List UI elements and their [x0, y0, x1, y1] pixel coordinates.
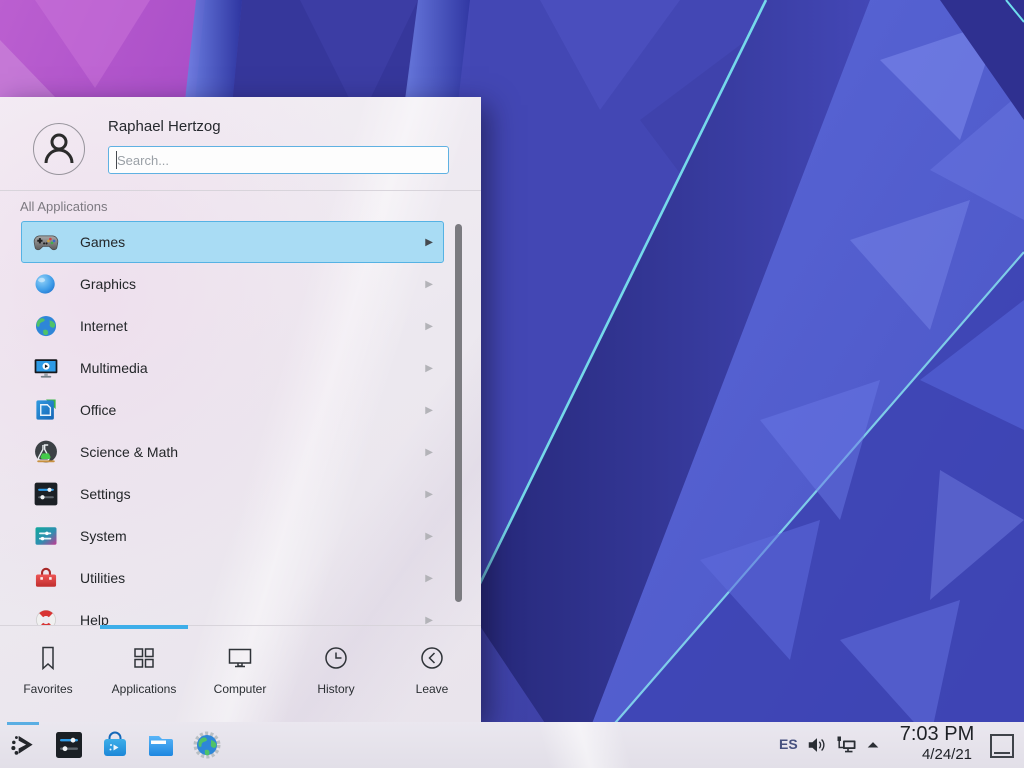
volume-icon[interactable] [806, 734, 828, 756]
tab-label: Computer [214, 682, 267, 696]
network-icon[interactable] [834, 733, 858, 757]
category-row-games[interactable]: Games▶ [21, 221, 444, 263]
submenu-arrow-icon: ▶ [425, 573, 433, 584]
launcher-tab-bar: Favorites Applications Computer History Leav… [0, 626, 481, 722]
category-label: Multimedia [80, 360, 425, 376]
search-input[interactable] [108, 146, 449, 174]
help-icon [32, 606, 60, 625]
user-name: Raphael Hertzog [108, 118, 221, 135]
category-label: Utilities [80, 570, 425, 586]
science-icon [32, 438, 60, 466]
submenu-arrow-icon: ▶ [425, 363, 433, 374]
category-label: Settings [80, 486, 425, 502]
digital-clock[interactable]: 7:03 PM 4/24/21 [893, 723, 981, 764]
user-icon [34, 124, 84, 174]
history-icon [321, 643, 351, 673]
text-caret [116, 151, 117, 169]
category-label: Games [80, 234, 425, 250]
web-browser-icon [191, 729, 223, 761]
taskbar-discover-button[interactable] [99, 729, 131, 761]
clock-date: 4/24/21 [893, 746, 981, 764]
category-row-office[interactable]: Office▶ [21, 389, 444, 431]
section-label: All Applications [20, 199, 107, 214]
category-row-graphics[interactable]: Graphics▶ [21, 263, 444, 305]
app-launcher-button[interactable] [5, 722, 41, 768]
taskbar-file-manager-button[interactable] [145, 729, 177, 761]
submenu-arrow-icon: ▶ [425, 615, 433, 626]
submenu-arrow-icon: ▶ [425, 321, 433, 332]
submenu-arrow-icon: ▶ [425, 531, 433, 542]
category-label: Science & Math [80, 444, 425, 460]
search-field-wrap [108, 146, 449, 174]
category-label: Internet [80, 318, 425, 334]
taskbar-web-browser-button[interactable] [191, 729, 223, 761]
tab-applications[interactable]: Applications [96, 626, 192, 722]
category-label: Help [80, 612, 425, 625]
desktop: Raphael Hertzog All Applications Games▶G… [0, 0, 1024, 768]
application-launcher-menu: Raphael Hertzog All Applications Games▶G… [0, 97, 481, 722]
computer-icon [225, 643, 255, 673]
kde-launcher-icon [9, 731, 37, 759]
tab-label: History [317, 682, 354, 696]
submenu-arrow-icon: ▶ [425, 489, 433, 500]
tab-label: Applications [112, 682, 177, 696]
submenu-arrow-icon: ▶ [425, 279, 433, 290]
system-icon [32, 522, 60, 550]
tab-favorites[interactable]: Favorites [0, 626, 96, 722]
header-separator [0, 190, 481, 191]
tab-history[interactable]: History [288, 626, 384, 722]
utilities-icon [32, 564, 60, 592]
games-icon [32, 228, 60, 256]
category-row-utilities[interactable]: Utilities▶ [21, 557, 444, 599]
tab-label: Leave [416, 682, 449, 696]
leave-icon [417, 643, 447, 673]
settings-icon [32, 480, 60, 508]
keyboard-layout-indicator[interactable]: ES [779, 736, 798, 752]
category-row-system[interactable]: System▶ [21, 515, 444, 557]
favorites-icon [33, 643, 63, 673]
internet-icon [32, 312, 60, 340]
submenu-arrow-icon: ▶ [425, 405, 433, 416]
tab-computer[interactable]: Computer [192, 626, 288, 722]
file-manager-icon [145, 729, 177, 761]
active-task-indicator [7, 722, 39, 725]
category-list: Games▶Graphics▶Internet▶Multimedia▶Offic… [0, 221, 481, 625]
category-row-internet[interactable]: Internet▶ [21, 305, 444, 347]
taskbar-panel: ES 7:03 PM 4/24/21 [0, 722, 1024, 768]
user-avatar[interactable] [33, 123, 85, 175]
category-row-multimedia[interactable]: Multimedia▶ [21, 347, 444, 389]
category-label: System [80, 528, 425, 544]
expand-arrow-icon[interactable] [864, 736, 882, 754]
tab-leave[interactable]: Leave [384, 626, 480, 722]
category-row-help[interactable]: Help▶ [21, 599, 444, 625]
list-scrollbar[interactable] [455, 224, 462, 602]
category-row-settings[interactable]: Settings▶ [21, 473, 444, 515]
office-icon [32, 396, 60, 424]
system-settings-icon [53, 729, 85, 761]
graphics-icon [32, 270, 60, 298]
submenu-arrow-icon: ▶ [425, 447, 433, 458]
show-desktop-button[interactable] [990, 734, 1014, 758]
applications-icon [129, 643, 159, 673]
tab-label: Favorites [23, 682, 72, 696]
multimedia-icon [32, 354, 60, 382]
taskbar-system-settings-button[interactable] [53, 729, 85, 761]
category-label: Office [80, 402, 425, 418]
clock-time: 7:03 PM [893, 723, 981, 746]
category-label: Graphics [80, 276, 425, 292]
submenu-arrow-icon: ▶ [425, 237, 433, 248]
category-row-science-math[interactable]: Science & Math▶ [21, 431, 444, 473]
discover-icon [99, 729, 131, 761]
